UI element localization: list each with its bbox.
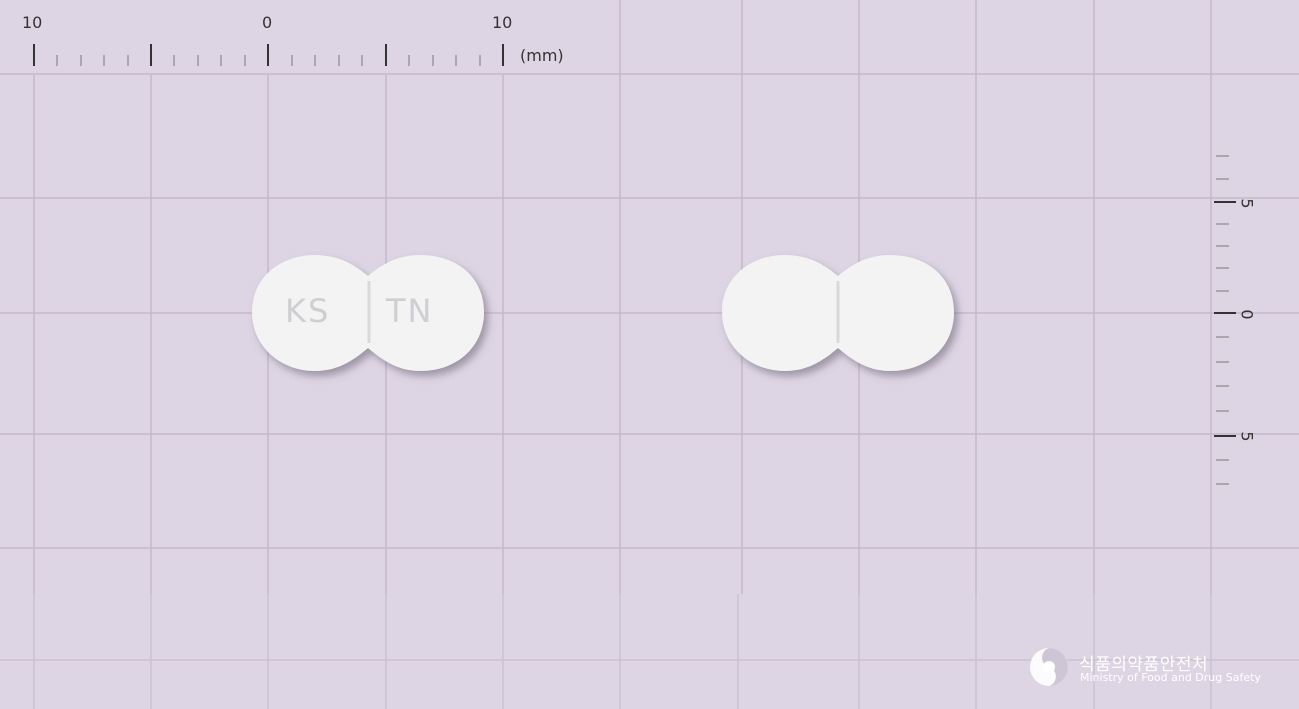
ruler-label-left-10: 10 [22,13,43,32]
ruler-label-0: 0 [262,13,273,32]
vruler-label-0: 0 [1237,309,1257,320]
pill-photo: 10 0 10 (mm) 5 0 5 KS TN 식품의약품안전처 Minist… [0,0,1299,709]
ruler-unit: (mm) [520,46,564,65]
grid-lines [0,0,1299,594]
vruler-label-5-bottom: 5 [1237,431,1257,442]
imprint-tn: TN [386,292,434,330]
vruler-label-5-top: 5 [1237,198,1257,209]
imprint-ks: KS [285,292,331,330]
grid-background [0,0,1299,709]
right-ruler [1214,155,1236,485]
ruler-label-right-10: 10 [492,13,513,32]
watermark-english: Ministry of Food and Drug Safety [1080,671,1261,684]
top-ruler [33,44,504,66]
mfds-logo-icon [1030,648,1068,686]
